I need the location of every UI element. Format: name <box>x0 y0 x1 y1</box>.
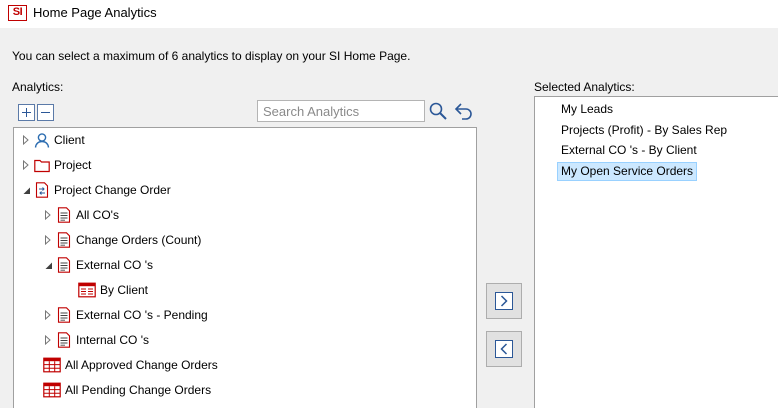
change-order-icon <box>34 181 50 199</box>
search-input[interactable] <box>257 100 425 122</box>
add-to-selected-button[interactable] <box>486 283 522 319</box>
tree-node[interactable]: Project Change Order <box>21 179 173 201</box>
expand-arrow-icon[interactable] <box>43 304 53 326</box>
tree-node-label: Client <box>54 133 85 147</box>
chevron-right-icon <box>500 295 508 307</box>
undo-arrow-icon <box>454 103 472 120</box>
expand-arrow-icon[interactable] <box>43 329 53 351</box>
tree-node-label: By Client <box>100 283 149 297</box>
tree-node[interactable]: Project <box>21 154 93 176</box>
folder-icon <box>34 156 50 174</box>
tree-node-label: Internal CO 's <box>76 333 149 347</box>
tree-node[interactable]: By Client <box>78 279 150 301</box>
document-icon <box>56 206 72 224</box>
title-bar: SI Home Page Analytics <box>0 0 778 28</box>
instruction-text: You can select a maximum of 6 analytics … <box>12 49 411 63</box>
selected-analytic-item[interactable]: My Open Service Orders <box>557 161 698 181</box>
analytics-tree[interactable]: Client Project Project Change Order All CO'… <box>13 127 477 408</box>
tree-node-label: Project Change Order <box>54 183 171 197</box>
expand-arrow-icon[interactable] <box>21 129 31 151</box>
window-title: Home Page Analytics <box>33 5 157 20</box>
expand-arrow-icon[interactable] <box>43 204 53 226</box>
chevron-left-icon <box>500 343 508 355</box>
collapse-all-button[interactable] <box>37 104 54 121</box>
person-icon <box>34 131 50 149</box>
collapse-arrow-icon[interactable] <box>21 179 31 201</box>
tree-node-label: Project <box>54 158 92 172</box>
tree-node[interactable]: External CO 's - Pending <box>43 304 210 326</box>
tree-node-label: Change Orders (Count) <box>76 233 202 247</box>
document-icon <box>56 306 72 324</box>
tree-node[interactable]: All Pending Change Orders <box>43 379 213 401</box>
selected-analytics-label: Selected Analytics: <box>534 80 635 94</box>
tree-node[interactable]: All CO's <box>43 204 121 226</box>
reset-search-button[interactable] <box>452 101 474 121</box>
app-logo: SI <box>8 5 27 21</box>
tree-node[interactable]: All Approved Change Orders <box>43 354 220 376</box>
expand-all-button[interactable] <box>18 104 35 121</box>
tree-node[interactable]: Internal CO 's <box>43 329 151 351</box>
document-icon <box>56 331 72 349</box>
tree-node-label: All CO's <box>76 208 119 222</box>
selected-analytic-item[interactable]: External CO 's - By Client <box>557 141 701 160</box>
table-icon <box>43 381 61 399</box>
tree-node-label: All Pending Change Orders <box>65 383 212 397</box>
tree-node[interactable]: Client <box>21 129 87 151</box>
tree-node-label: All Approved Change Orders <box>65 358 218 372</box>
table-icon <box>43 356 61 374</box>
tree-node[interactable]: Change Orders (Count) <box>43 229 203 251</box>
tree-node-label: External CO 's <box>76 258 153 272</box>
selected-analytic-item[interactable]: Projects (Profit) - By Sales Rep <box>557 121 731 140</box>
tree-node[interactable]: External CO 's <box>43 254 155 276</box>
dialog-content: You can select a maximum of 6 analytics … <box>0 28 778 408</box>
search-button[interactable] <box>428 101 448 121</box>
analytics-label: Analytics: <box>12 80 64 94</box>
document-icon <box>56 231 72 249</box>
search-icon <box>429 102 447 120</box>
selected-analytics-list[interactable]: My Leads Projects (Profit) - By Sales Rep… <box>534 96 778 408</box>
report-icon <box>78 281 96 299</box>
document-icon <box>56 256 72 274</box>
selected-analytic-item[interactable]: My Leads <box>557 100 617 119</box>
expand-arrow-icon[interactable] <box>21 154 31 176</box>
minus-icon <box>41 112 50 113</box>
collapse-arrow-icon[interactable] <box>43 254 53 276</box>
remove-from-selected-button[interactable] <box>486 331 522 367</box>
expand-arrow-icon[interactable] <box>43 229 53 251</box>
tree-node-label: External CO 's - Pending <box>76 308 208 322</box>
